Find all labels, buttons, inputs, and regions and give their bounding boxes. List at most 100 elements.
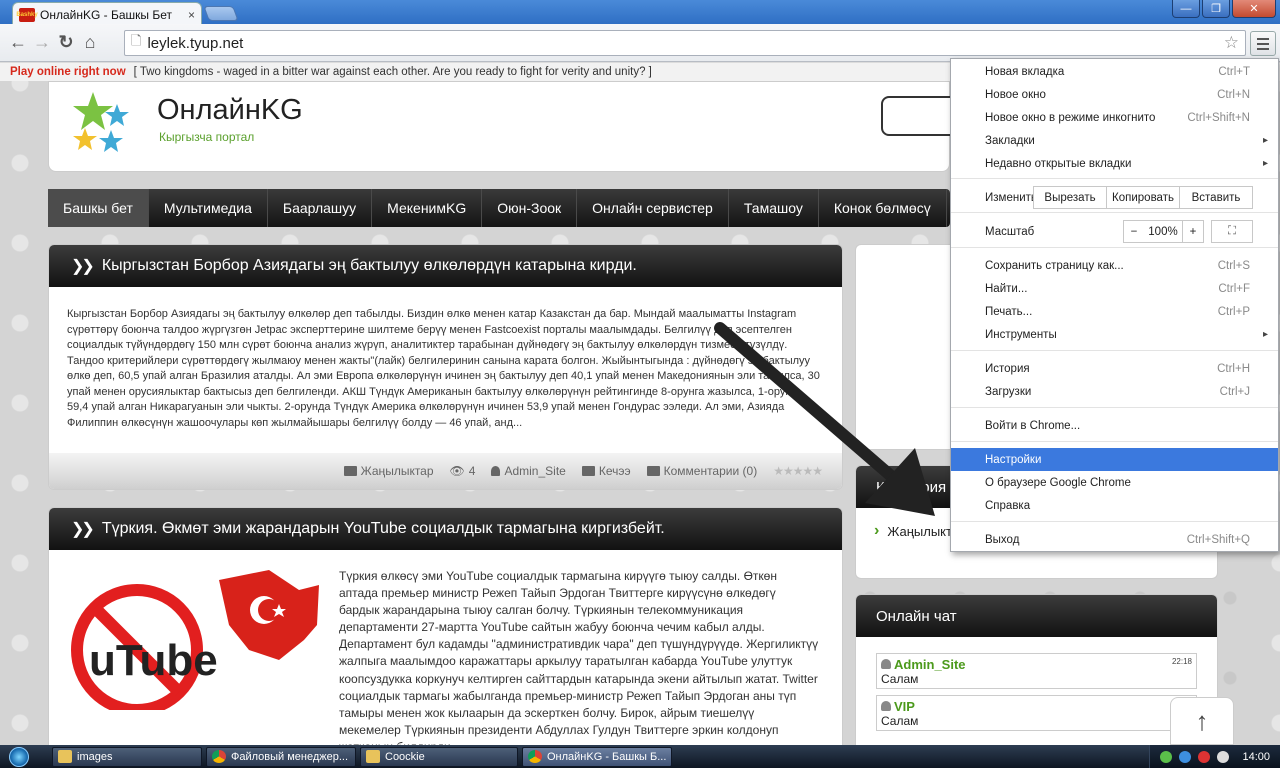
- menu-item-help[interactable]: Справка: [951, 494, 1278, 517]
- post-image[interactable]: uTube: [69, 570, 319, 710]
- url-input[interactable]: [147, 34, 1218, 52]
- reload-icon[interactable]: ↻: [54, 31, 78, 55]
- nav-item[interactable]: Башкы бет: [48, 189, 149, 227]
- menu-item-bookmarks[interactable]: Закладки ▸: [951, 129, 1278, 152]
- nav-item[interactable]: МекенимKG: [372, 189, 483, 227]
- shield-icon[interactable]: [1198, 750, 1211, 763]
- widget-title: Онлайн чат: [856, 595, 1217, 637]
- chrome-menu-button[interactable]: [1250, 31, 1276, 56]
- address-bar[interactable]: 🗋 ☆: [124, 30, 1246, 56]
- zoom-out-button[interactable]: −: [1123, 220, 1145, 243]
- taskbar-item-label: Файловый менеджер...: [231, 750, 349, 763]
- nav-item[interactable]: Оюн-Зоок: [482, 189, 578, 227]
- post-excerpt: Түркия өлкөсү эми YouTube социалдык тарм…: [339, 569, 819, 745]
- folder-icon: [366, 750, 380, 763]
- tab-close-icon[interactable]: ×: [188, 8, 195, 22]
- new-tab-button[interactable]: [203, 6, 239, 21]
- taskbar-item-label: ОнлайнKG - Башкы Б...: [547, 750, 667, 763]
- start-button[interactable]: [0, 745, 38, 768]
- taskbar-item-active[interactable]: ОнлайнKG - Башкы Б...: [522, 746, 672, 767]
- menu-item-history[interactable]: История Ctrl+H: [951, 357, 1278, 380]
- home-icon[interactable]: ⌂: [78, 31, 102, 55]
- minimize-button[interactable]: —: [1172, 0, 1200, 18]
- tab-favicon-icon: Bashky: [16, 7, 38, 22]
- zoom-in-button[interactable]: +: [1182, 220, 1204, 243]
- post-title[interactable]: Кыргызстан Борбор Азиядагы эң бактылуу ө…: [102, 257, 637, 275]
- browser-tab-active[interactable]: Bashky ОнлайнKG - Башкы Бет ×: [12, 2, 202, 26]
- menu-divider: [951, 407, 1278, 408]
- taskbar-item[interactable]: images: [52, 746, 202, 767]
- taskbar-item[interactable]: Coockie: [360, 746, 518, 767]
- menu-item-downloads[interactable]: Загрузки Ctrl+J: [951, 380, 1278, 403]
- menu-item-print[interactable]: Печать... Ctrl+P: [951, 300, 1278, 323]
- folder-icon: [343, 466, 357, 476]
- nav-item[interactable]: Мультимедиа: [149, 189, 268, 227]
- eye-icon: 👁: [449, 464, 465, 478]
- menu-item-exit[interactable]: Выход Ctrl+Shift+Q: [951, 528, 1278, 551]
- nav-item[interactable]: Тамашоу: [729, 189, 819, 227]
- menu-item-find[interactable]: Найти... Ctrl+F: [951, 277, 1278, 300]
- menu-divider: [951, 441, 1278, 442]
- post-excerpt: Кыргызстан Борбор Азиядагы эң бактылуу ө…: [67, 308, 820, 429]
- maximize-button[interactable]: ❐: [1202, 0, 1230, 18]
- menu-item-save-page[interactable]: Сохранить страницу как... Ctrl+S: [951, 254, 1278, 277]
- ad-link[interactable]: Play online right now: [10, 66, 126, 78]
- site-name[interactable]: ОнлайнKG: [157, 94, 303, 127]
- menu-divider: [951, 521, 1278, 522]
- menu-paste-button[interactable]: Вставить: [1179, 186, 1253, 209]
- chrome-main-menu: Новая вкладка Ctrl+T Новое окно Ctrl+N Нов…: [950, 58, 1279, 552]
- chat-user[interactable]: Admin_Site: [894, 657, 966, 672]
- fullscreen-icon[interactable]: ⛶: [1211, 220, 1253, 243]
- taskbar-item-label: images: [77, 750, 113, 763]
- menu-item-tools[interactable]: Инструменты ▸: [951, 323, 1278, 346]
- window-close-button[interactable]: ✕: [1232, 0, 1276, 18]
- rating-stars-icon[interactable]: ★★★★★: [773, 464, 823, 478]
- nav-item[interactable]: Конок бөлмөсү: [819, 189, 947, 227]
- chat-text: Салам: [881, 672, 919, 686]
- bookmark-star-icon[interactable]: ☆: [1224, 33, 1239, 53]
- menu-item-incognito[interactable]: Новое окно в режиме инкогнито Ctrl+Shift+…: [951, 106, 1278, 129]
- post-author[interactable]: Admin_Site: [504, 464, 565, 478]
- menu-item-settings[interactable]: Настройки: [951, 448, 1278, 471]
- scroll-to-top-button[interactable]: ↑: [1170, 697, 1234, 745]
- post-comments-link[interactable]: Комментарии (0): [664, 464, 758, 478]
- zoom-level: 100%: [1144, 220, 1182, 243]
- forward-icon[interactable]: →: [30, 31, 54, 55]
- submenu-arrow-icon: ▸: [1262, 329, 1268, 340]
- chrome-icon: [528, 750, 542, 763]
- chat-message: Admin_Site 22:18 Салам: [876, 653, 1197, 689]
- menu-item-about[interactable]: О браузере Google Chrome: [951, 471, 1278, 494]
- post-title[interactable]: Түркия. Өкмөт эми жарандарын YouTube соц…: [102, 520, 665, 538]
- menu-item-signin[interactable]: Войти в Chrome...: [951, 414, 1278, 437]
- submenu-arrow-icon: ▸: [1262, 135, 1268, 146]
- chat-user[interactable]: VIP: [894, 699, 915, 714]
- menu-item-new-window[interactable]: Новое окно Ctrl+N: [951, 83, 1278, 106]
- post-category[interactable]: Жаңылыктар: [361, 464, 434, 478]
- folder-icon: [58, 750, 72, 763]
- network-icon[interactable]: [1160, 750, 1173, 763]
- nav-item[interactable]: Баарлашуу: [268, 189, 373, 227]
- site-logo-icon[interactable]: [71, 90, 135, 154]
- main-navigation: Башкы бет Мультимедиа Баарлашуу МекенимKG Ою…: [48, 189, 950, 227]
- volume-icon[interactable]: [1217, 750, 1230, 763]
- double-chevron-icon: ❯❯: [71, 521, 95, 538]
- nav-item[interactable]: Онлайн сервистер: [577, 189, 729, 227]
- user-icon: [881, 701, 891, 711]
- post-card: ❯❯ Түркия. Өкмөт эми жарандарын YouTube …: [48, 507, 843, 745]
- menu-copy-button[interactable]: Копировать: [1106, 186, 1180, 209]
- taskbar-item[interactable]: Файловый менеджер...: [206, 746, 356, 767]
- menu-bar-icon: [1257, 37, 1269, 40]
- clock[interactable]: 14:00: [1242, 751, 1270, 763]
- menu-item-new-tab[interactable]: Новая вкладка Ctrl+T: [951, 60, 1278, 83]
- menu-bar-icon: [1257, 42, 1269, 45]
- update-icon[interactable]: [1179, 750, 1192, 763]
- chevron-right-icon: ›: [874, 522, 880, 539]
- chat-message: VIP Салам: [876, 695, 1197, 731]
- menu-divider: [951, 350, 1278, 351]
- menu-item-recent-tabs[interactable]: Недавно открытые вкладки ▸: [951, 152, 1278, 175]
- post-card: ❯❯ Кыргызстан Борбор Азиядагы эң бактылу…: [48, 244, 843, 490]
- chat-widget: Онлайн чат Admin_Site 22:18 Салам VIP Са…: [855, 594, 1218, 745]
- back-icon[interactable]: ←: [6, 31, 30, 55]
- menu-cut-button[interactable]: Вырезать: [1033, 186, 1107, 209]
- ad-text[interactable]: [ Two kingdoms - waged in a bitter war a…: [134, 66, 652, 78]
